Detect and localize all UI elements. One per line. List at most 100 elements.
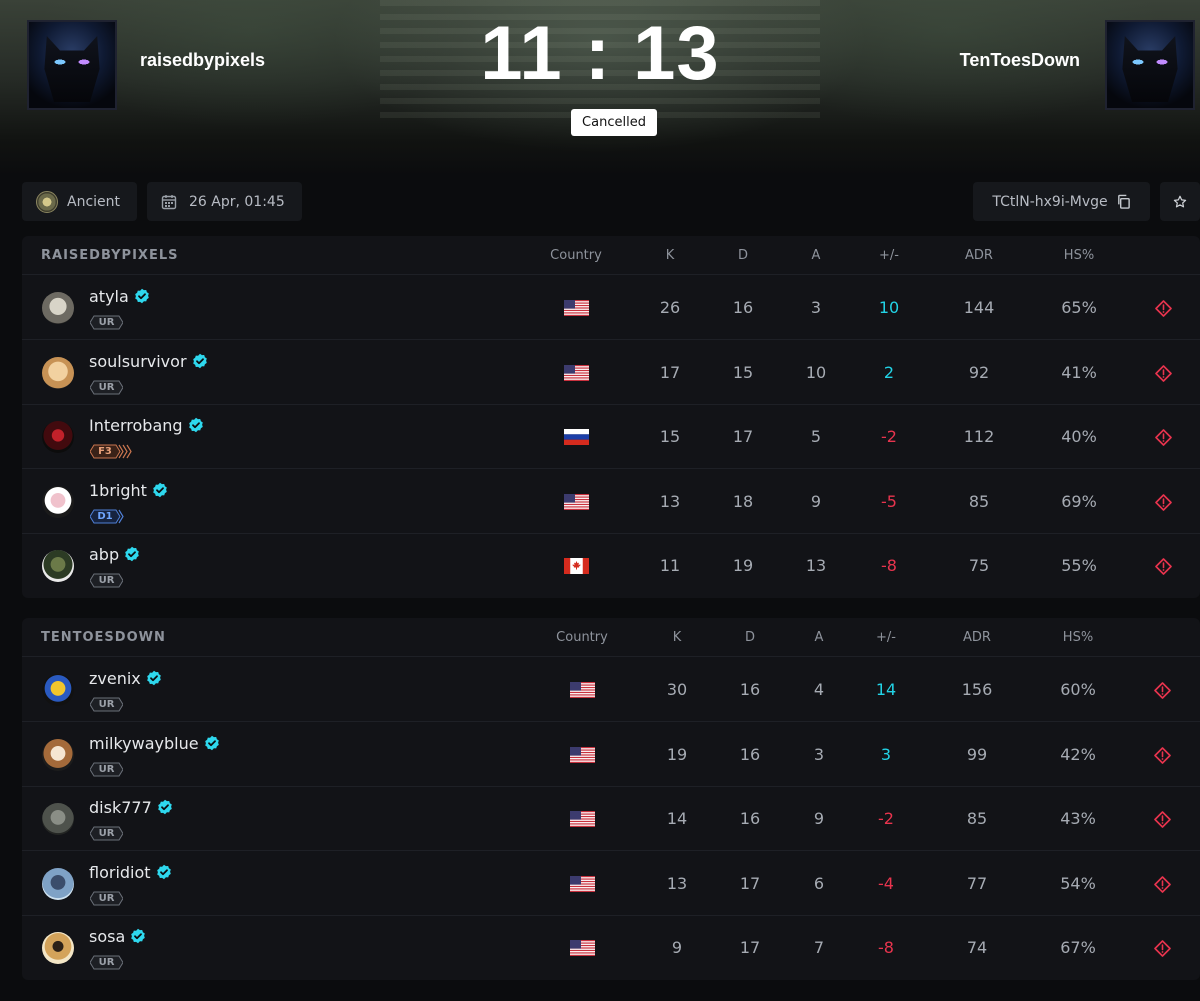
player-name-text[interactable]: floridiot [89,863,151,882]
stat-hs: 41% [1061,362,1097,382]
player-row[interactable]: 1bright D1 13 18 9 -5 85 69% [22,470,1200,534]
report-player-icon[interactable] [1154,940,1171,958]
stat-diff: -8 [878,938,894,958]
player-rank: D1 [97,510,113,522]
column-header-diff[interactable]: +/- [849,248,929,263]
player-row[interactable]: abp UR 11 19 13 -8 75 55% [22,534,1200,598]
player-name[interactable]: milkywayblue [89,734,220,753]
report-player-icon[interactable] [1155,300,1172,317]
stat-hs: 43% [1060,809,1096,829]
player-avatar[interactable] [42,738,74,771]
player-name-text[interactable]: milkywayblue [89,734,199,753]
report-player-icon[interactable] [1155,558,1172,576]
flag-us-icon [564,493,589,510]
player-rank: UR [98,317,115,328]
player-rank: UR [98,957,115,969]
column-header-a[interactable]: A [776,248,856,263]
player-row[interactable]: sosa UR 9 17 7 -8 74 67% [22,916,1200,980]
stat-d: 17 [739,938,761,958]
copy-icon [1117,194,1130,209]
stat-diff: 10 [878,298,900,317]
stat-adr: 99 [966,744,988,764]
player-avatar[interactable] [42,674,74,706]
player-avatar[interactable] [42,421,74,454]
player-row[interactable]: disk777 UR 14 16 9 -2 85 43% [22,787,1200,852]
column-header-hs[interactable]: HS% [1039,248,1119,263]
flag-us-icon [570,811,595,828]
player-name[interactable]: zvenix [89,669,162,688]
player-name[interactable]: 1bright [89,481,168,500]
report-player-icon[interactable] [1155,429,1172,446]
column-header-d[interactable]: D [703,248,783,263]
player-avatar[interactable] [42,485,74,518]
player-rank-badge: UR [90,826,123,841]
report-player-icon[interactable] [1155,493,1172,511]
stat-k: 19 [666,744,688,764]
stat-diff: -5 [881,491,897,511]
column-header-d[interactable]: D [710,630,790,645]
favorite-button[interactable] [1160,182,1200,221]
player-name[interactable]: disk777 [89,798,173,817]
player-name-text[interactable]: disk777 [89,798,152,817]
player-avatar[interactable] [42,550,74,583]
player-name[interactable]: soulsurvivor [89,352,208,371]
player-row[interactable]: milkywayblue UR 19 16 3 3 99 42% [22,723,1200,787]
player-row[interactable]: floridiot UR 13 17 6 -4 77 54% [22,852,1200,916]
player-avatar[interactable] [42,803,74,836]
player-name-text[interactable]: Interrobang [89,416,183,435]
player-name-text[interactable]: abp [89,545,119,564]
player-name-text[interactable]: zvenix [89,669,141,688]
column-header-hs[interactable]: HS% [1038,630,1118,645]
column-header-adr[interactable]: ADR [939,248,1019,263]
player-name[interactable]: Interrobang [89,416,204,435]
player-name[interactable]: floridiot [89,863,172,882]
player-row[interactable]: atyla UR 26 16 3 10 144 65% [22,276,1200,340]
verified-icon [131,929,146,944]
player-avatar[interactable] [42,292,74,324]
team-scoreboard: TENTOESDOWN Country K D A +/- ADR HS% zvenix UR 30… [22,618,1200,980]
player-name-text[interactable]: sosa [89,927,125,946]
table-header: TENTOESDOWN Country K D A +/- ADR HS% [22,618,1200,657]
player-rank-badge: UR [90,697,123,712]
player-rank: UR [98,575,115,587]
report-player-icon[interactable] [1155,364,1172,382]
verified-icon [125,547,139,562]
player-name[interactable]: abp [89,545,140,564]
stat-diff: -8 [881,556,897,576]
stat-diff: -2 [878,809,894,829]
player-name-text[interactable]: soulsurvivor [89,352,187,371]
flag-us-icon [564,364,589,381]
stat-hs: 67% [1060,938,1096,958]
player-name-text[interactable]: atyla [89,287,129,306]
verified-icon [204,735,219,750]
player-rank: UR [98,892,115,904]
player-row[interactable]: Interrobang F3 15 17 5 -2 112 40% [22,405,1200,470]
team-right-avatar[interactable] [1105,20,1195,110]
report-player-icon[interactable] [1154,875,1171,893]
player-name[interactable]: sosa [89,927,146,946]
copy-match-id-button[interactable]: TCtlN-hx9i-Mvge [973,182,1150,221]
team-right-name[interactable]: TenToesDown [960,50,1080,71]
column-header-country[interactable]: Country [542,630,622,645]
player-name[interactable]: atyla [89,287,150,306]
stat-diff: -4 [878,873,894,893]
report-player-icon[interactable] [1154,746,1171,764]
column-header-diff[interactable]: +/- [846,630,926,645]
report-player-icon[interactable] [1154,682,1171,699]
player-avatar[interactable] [42,356,74,389]
star-icon [1173,195,1187,207]
player-row[interactable]: zvenix UR 30 16 4 14 156 60% [22,658,1200,722]
player-rank-badge: F3 [90,444,134,459]
player-row[interactable]: soulsurvivor UR 17 15 10 2 92 41% [22,341,1200,405]
column-header-country[interactable]: Country [536,248,616,263]
stat-d: 16 [732,298,754,317]
stat-diff: 2 [883,362,895,382]
player-avatar[interactable] [42,932,74,965]
player-avatar[interactable] [42,867,74,900]
column-header-k[interactable]: K [630,248,710,263]
player-name-text[interactable]: 1bright [89,481,147,500]
column-header-adr[interactable]: ADR [937,630,1017,645]
report-player-icon[interactable] [1154,811,1171,828]
column-header-k[interactable]: K [637,630,717,645]
stat-d: 16 [739,680,761,699]
